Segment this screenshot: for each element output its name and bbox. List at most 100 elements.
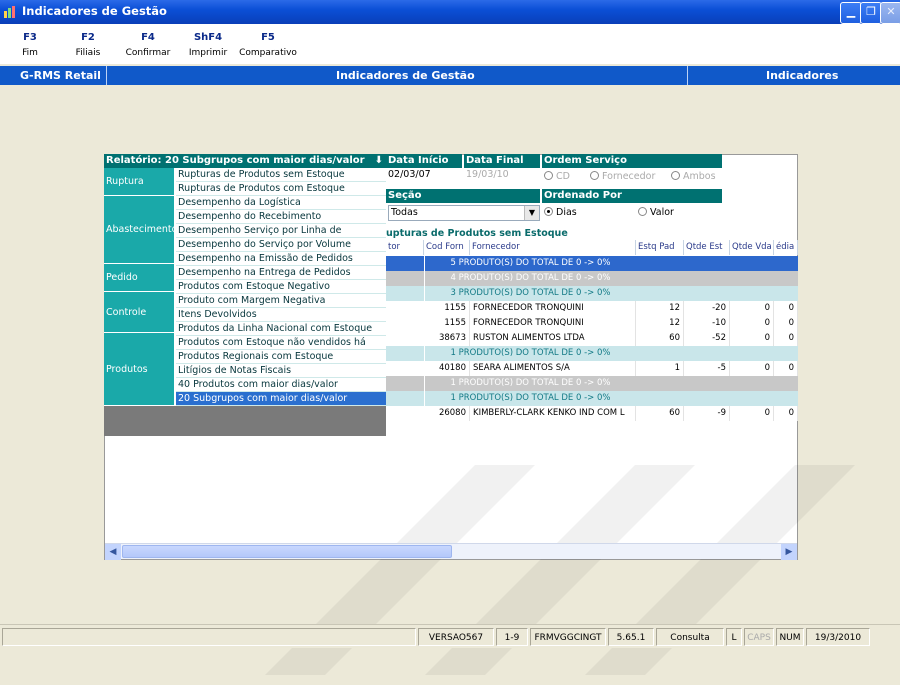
- cell-media: 0: [774, 406, 798, 421]
- menu-item[interactable]: Desempenho do Recebimento: [176, 210, 386, 224]
- restore-icon: ❐: [866, 5, 876, 18]
- ordem-cd-radio[interactable]: CD: [544, 170, 570, 184]
- status-date: 19/3/2010: [806, 628, 870, 646]
- cell-qtde-vda: 0: [730, 361, 774, 376]
- data-final-field[interactable]: 19/03/10: [464, 168, 540, 184]
- menu-header[interactable]: Relatório: 20 Subgrupos com maior dias/v…: [104, 154, 386, 168]
- ordem-ambos-radio[interactable]: Ambos: [671, 170, 716, 184]
- cell-qtde-vda: 0: [730, 406, 774, 421]
- table-row[interactable]: 26080 KIMBERLY-CLARK KENKO IND COM L 60 …: [386, 406, 798, 421]
- toolbar-key: F5: [261, 32, 275, 43]
- restore-button[interactable]: ❐: [860, 2, 882, 24]
- cell-media: 0: [774, 316, 798, 331]
- menu-item[interactable]: Desempenho na Entrega de Pedidos: [176, 266, 386, 280]
- grid-summary-row[interactable]: 3 PRODUTO(S) DO TOTAL DE 0 -> 0%: [386, 286, 798, 301]
- grid-column-header[interactable]: Cod Forn: [424, 240, 470, 255]
- table-row[interactable]: 40180 SEARA ALIMENTOS S/A 1 -5 0 0: [386, 361, 798, 376]
- grid-summary-row[interactable]: 1 PRODUTO(S) DO TOTAL DE 0 -> 0%: [386, 346, 798, 361]
- summary-text: 1 PRODUTO(S) DO TOTAL DE 0 -> 0%: [424, 346, 636, 361]
- menu-category-produtos[interactable]: Produtos: [104, 333, 174, 406]
- table-row[interactable]: 1155 FORNECEDOR TRONQUINI 12 -10 0 0: [386, 316, 798, 331]
- title-bar: Indicadores de Gestão ▁ ❐ ✕: [0, 0, 900, 24]
- arrow-down-icon[interactable]: ⬇: [375, 154, 383, 168]
- window-title: Indicadores de Gestão: [22, 4, 167, 18]
- toolbar-f2-filiais[interactable]: F2 Filiais: [58, 32, 118, 58]
- ordenado-valor-radio[interactable]: Valor: [638, 206, 674, 220]
- minimize-button[interactable]: ▁: [840, 2, 862, 24]
- grid-column-header[interactable]: édia: [774, 240, 798, 255]
- grid-column-header[interactable]: tor: [386, 240, 424, 255]
- status-bar: VERSAO567 1-9 FRMVGGCINGT 5.65.1 Consult…: [0, 624, 900, 648]
- secao-label: Seção: [386, 189, 540, 203]
- radio-label: Valor: [650, 207, 674, 218]
- menu-item[interactable]: Litígios de Notas Fiscais: [176, 364, 386, 378]
- menu-item[interactable]: Itens Devolvidos: [176, 308, 386, 322]
- toolbar-label: Imprimir: [188, 48, 228, 58]
- menu-item[interactable]: Rupturas de Produtos sem Estoque: [176, 168, 386, 182]
- toolbar-f5-comparativo[interactable]: F5 Comparativo: [238, 32, 298, 58]
- data-inicio-label: Data Início: [386, 154, 462, 168]
- menu-item[interactable]: Produtos com Estoque não vendidos há: [176, 336, 386, 350]
- grid-column-header[interactable]: Qtde Vda: [730, 240, 774, 255]
- menu-item[interactable]: 40 Produtos com maior dias/valor: [176, 378, 386, 392]
- menu-item[interactable]: Desempenho Serviço por Linha de: [176, 224, 386, 238]
- cell-fornecedor: FORNECEDOR TRONQUINI: [470, 301, 636, 316]
- grid-summary-row[interactable]: 1 PRODUTO(S) DO TOTAL DE 0 -> 0%: [386, 376, 798, 391]
- scroll-right-icon[interactable]: ▶: [781, 544, 797, 560]
- toolbar-f3-fim[interactable]: F3 Fim: [0, 32, 60, 58]
- header-app-name: G-RMS Retail: [20, 69, 101, 82]
- grid-summary-row[interactable]: 1 PRODUTO(S) DO TOTAL DE 0 -> 0%: [386, 391, 798, 406]
- status-num: NUM: [776, 628, 804, 646]
- cell-estq-pad: 60: [636, 406, 684, 421]
- grid-column-header[interactable]: Qtde Est: [684, 240, 730, 255]
- secao-select[interactable]: Todas ▼: [388, 205, 540, 221]
- menu-item[interactable]: Produtos da Linha Nacional com Estoque: [176, 322, 386, 336]
- menu-item[interactable]: Produtos Regionais com Estoque: [176, 350, 386, 364]
- ordem-fornecedor-radio[interactable]: Fornecedor: [590, 170, 655, 184]
- menu-item[interactable]: Rupturas de Produtos com Estoque: [176, 182, 386, 196]
- scroll-left-icon[interactable]: ◀: [105, 544, 121, 560]
- menu-item-selected[interactable]: 20 Subgrupos com maior dias/valor: [176, 392, 386, 406]
- grid-summary-row[interactable]: 5 PRODUTO(S) DO TOTAL DE 0 -> 0%: [386, 256, 798, 271]
- grid-summary-row[interactable]: 4 PRODUTO(S) DO TOTAL DE 0 -> 0%: [386, 271, 798, 286]
- app-icon: [4, 6, 15, 18]
- chevron-down-icon[interactable]: ▼: [524, 206, 539, 220]
- menu-category-pedido[interactable]: Pedido: [104, 264, 174, 292]
- ordenado-dias-radio[interactable]: Dias: [544, 206, 577, 220]
- grid-column-header[interactable]: Fornecedor: [470, 240, 636, 255]
- cell-qtde-vda: 0: [730, 331, 774, 346]
- summary-text: 3 PRODUTO(S) DO TOTAL DE 0 -> 0%: [424, 286, 636, 301]
- toolbar-f4-confirmar[interactable]: F4 Confirmar: [118, 32, 178, 58]
- radio-selected-icon: [544, 207, 553, 216]
- summary-text: 5 PRODUTO(S) DO TOTAL DE 0 -> 0%: [424, 256, 636, 271]
- menu-item[interactable]: Produto com Margem Negativa: [176, 294, 386, 308]
- menu-item[interactable]: Desempenho na Emissão de Pedidos: [176, 252, 386, 266]
- ordenado-por-label: Ordenado Por: [542, 189, 722, 203]
- grid-column-header[interactable]: Estq Pad: [636, 240, 684, 255]
- cell-cod-forn: 40180: [424, 361, 470, 376]
- menu-category-ruptura[interactable]: Ruptura: [104, 168, 174, 196]
- close-button[interactable]: ✕: [880, 2, 900, 24]
- summary-text: 1 PRODUTO(S) DO TOTAL DE 0 -> 0%: [424, 376, 636, 391]
- table-row[interactable]: 1155 FORNECEDOR TRONQUINI 12 -20 0 0: [386, 301, 798, 316]
- menu-category-abastecimento[interactable]: Abastecimento: [104, 196, 177, 264]
- menu-item[interactable]: Produtos com Estoque Negativo: [176, 280, 386, 294]
- toolbar-shf4-imprimir[interactable]: ShF4 Imprimir: [178, 32, 238, 58]
- radio-label: Ambos: [683, 171, 716, 182]
- cell-fornecedor: SEARA ALIMENTOS S/A: [470, 361, 636, 376]
- function-key-toolbar: F3 Fim F2 Filiais F4 Confirmar ShF4 Impr…: [0, 24, 900, 64]
- data-final-label: Data Final: [464, 154, 540, 168]
- status-l: L: [726, 628, 742, 646]
- secao-value: Todas: [391, 207, 418, 218]
- scrollbar-thumb[interactable]: [122, 545, 452, 558]
- header-screen-title: Indicadores de Gestão: [336, 69, 475, 82]
- table-row[interactable]: 38673 RUSTON ALIMENTOS LTDA 60 -52 0 0: [386, 331, 798, 346]
- header-section: Indicadores: [766, 69, 839, 82]
- cell-estq-pad: 60: [636, 331, 684, 346]
- toolbar-key: F3: [23, 32, 37, 43]
- menu-item[interactable]: Desempenho do Serviço por Volume: [176, 238, 386, 252]
- status-caps: CAPS: [744, 628, 774, 646]
- menu-category-controle[interactable]: Controle: [104, 292, 174, 333]
- menu-item[interactable]: Desempenho da Logística: [176, 196, 386, 210]
- data-inicio-field[interactable]: 02/03/07: [386, 168, 462, 184]
